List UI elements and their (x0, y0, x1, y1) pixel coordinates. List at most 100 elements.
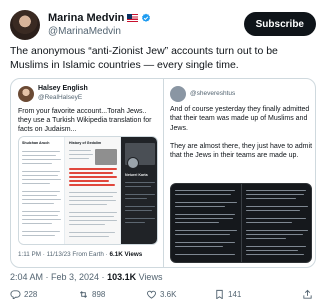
us-flag-icon (127, 14, 139, 22)
subscribe-button[interactable]: Subscribe (243, 12, 316, 36)
right-quoted-tweet[interactable]: @shevereshtus And of course yesterday th… (164, 79, 315, 267)
author-avatar[interactable] (10, 10, 40, 40)
left-quote-time: 1:11 PM · 11/13/23 From Earth · (18, 251, 110, 258)
screenshot-profile-dark: Neturei Karta (121, 137, 157, 244)
text-line (175, 234, 230, 236)
views-count: 103.1K (107, 272, 137, 282)
text-line (175, 218, 233, 220)
text-line (125, 210, 152, 212)
left-quote-avatar (18, 86, 34, 102)
text-line (22, 155, 56, 157)
reply-count: 228 (24, 290, 38, 299)
text-line (22, 231, 60, 233)
bookmark-count: 141 (228, 290, 242, 299)
text-line (246, 222, 292, 224)
right-quote-handle: @shevereshtus (190, 90, 236, 97)
repost-count: 898 (92, 290, 106, 299)
screenshot-wiki-2: History of Gedolim (65, 137, 121, 244)
left-quote-screenshots[interactable]: Shulchan Aruch History of Gedolim Neture… (18, 136, 158, 245)
text-line (69, 224, 105, 226)
text-line (175, 230, 237, 232)
text-line (22, 163, 52, 165)
highlighted-line (69, 168, 117, 170)
screenshot-title: History of Gedolim (69, 141, 102, 145)
text-line (246, 198, 296, 200)
left-quote-meta: 1:11 PM · 11/13/23 From Earth · 6.1K Vie… (18, 251, 142, 258)
text-line (175, 202, 237, 204)
text-line (69, 212, 117, 214)
text-line (22, 215, 58, 217)
text-line (246, 234, 303, 236)
author-handle[interactable]: @MarinaMedvin (48, 26, 121, 37)
text-line (69, 150, 91, 152)
right-quote-screenshots[interactable] (170, 183, 312, 263)
tweet-header: Marina Medvin @MarinaMedvin Subscribe (10, 10, 316, 40)
highlighted-line (69, 172, 113, 174)
right-quote-avatar (170, 86, 186, 102)
text-line (22, 235, 55, 237)
text-line (69, 192, 117, 194)
right-quote-paragraph: And of course yesterday they finally adm… (170, 106, 310, 132)
text-line (175, 194, 231, 196)
bookmark-button[interactable]: 141 (214, 289, 241, 299)
text-line (69, 158, 89, 160)
text-line (69, 200, 116, 202)
quoted-media-card[interactable]: Halsey English @RealHalseyE From your fa… (10, 78, 316, 268)
text-line (246, 250, 298, 252)
text-line (125, 186, 151, 188)
text-line (22, 159, 61, 161)
reply-button[interactable]: 228 (10, 289, 37, 299)
text-line (22, 183, 50, 185)
highlighted-line (69, 184, 115, 186)
text-line (69, 196, 113, 198)
text-line (175, 206, 225, 208)
tweet-text: The anonymous “anti-Zionist Jew” account… (10, 45, 278, 71)
text-line (175, 214, 235, 216)
portrait-thumbnail (95, 149, 117, 165)
repost-button[interactable]: 898 (78, 289, 105, 299)
tweet-meta: 2:04 AM · Feb 3, 2024 · 103.1K Views (10, 272, 162, 282)
screenshot-title: Neturei Karta (125, 173, 148, 177)
left-quote-views: 6.1K Views (109, 251, 143, 258)
screenshot-wiki-1: Shulchan Aruch (19, 137, 65, 244)
text-line (175, 254, 235, 256)
screenshot-title: Shulchan Aruch (22, 141, 50, 145)
text-line (175, 242, 235, 244)
text-line (22, 203, 54, 205)
author-display-name[interactable]: Marina Medvin (48, 12, 124, 24)
reply-icon (10, 290, 21, 299)
text-line (69, 154, 93, 156)
text-line (22, 211, 60, 213)
text-line (175, 246, 223, 248)
right-quote-paragraph: They are almost there, they just have to… (170, 142, 313, 160)
like-count: 3.6K (160, 290, 177, 299)
text-line (22, 223, 52, 225)
text-line (246, 218, 306, 220)
text-line (125, 222, 145, 224)
share-button[interactable] (302, 289, 313, 299)
text-line (22, 151, 60, 153)
text-line (22, 175, 58, 177)
text-line (22, 171, 60, 173)
repost-icon (79, 291, 88, 298)
share-icon (303, 289, 312, 299)
text-line (246, 194, 304, 196)
text-line (22, 199, 61, 201)
profile-avatar-thumbnail (127, 157, 139, 169)
text-line (246, 230, 308, 232)
left-quoted-tweet[interactable]: Halsey English @RealHalseyE From your fa… (11, 79, 163, 267)
text-line (22, 195, 57, 197)
like-button[interactable]: 3.6K (146, 289, 176, 299)
verified-badge-icon (142, 13, 151, 22)
tweet-timestamp[interactable]: 2:04 AM · Feb 3, 2024 · (10, 272, 107, 282)
bookmark-icon (216, 289, 223, 299)
text-line (125, 182, 155, 184)
text-line (246, 238, 286, 240)
text-line (22, 179, 61, 181)
text-line (175, 190, 235, 192)
action-bar: 228 898 3.6K 141 (10, 289, 316, 299)
left-quote-name: Halsey English (38, 85, 88, 92)
text-line (125, 198, 147, 200)
text-line (246, 206, 308, 208)
text-line (246, 210, 300, 212)
